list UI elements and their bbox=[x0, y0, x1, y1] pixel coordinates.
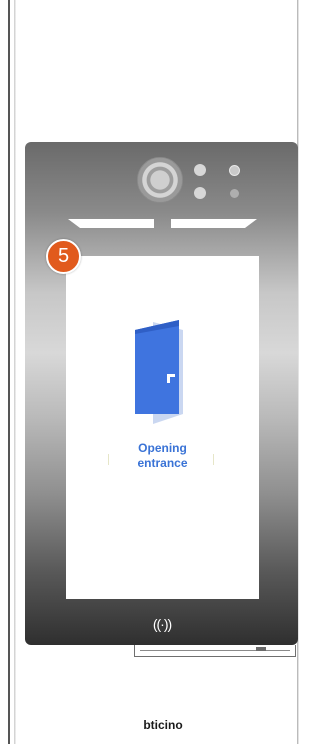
divider bbox=[213, 454, 214, 465]
ledge-notch bbox=[256, 647, 266, 651]
light-bar-left bbox=[68, 219, 154, 228]
ledge-groove bbox=[140, 650, 290, 651]
panel-edge-right bbox=[298, 0, 299, 744]
led-icon bbox=[230, 189, 239, 198]
brand-logo: bticino bbox=[143, 718, 183, 732]
device-illustration: Opening entrance 5 ((·)) bticino bbox=[0, 0, 307, 744]
divider bbox=[108, 454, 109, 465]
speaker-icon bbox=[229, 165, 240, 176]
bottom-ledge bbox=[134, 645, 296, 657]
nfc-icon: ((·)) bbox=[152, 616, 172, 632]
panel-edge-left bbox=[14, 0, 16, 744]
step-number-badge: 5 bbox=[46, 239, 81, 274]
door-action-label-line1: Opening bbox=[138, 441, 187, 455]
door-icon[interactable] bbox=[131, 318, 193, 428]
door-action-label-line2: entrance bbox=[137, 456, 188, 470]
door-action-label[interactable]: Opening entrance bbox=[66, 441, 259, 471]
camera-icon bbox=[137, 157, 183, 203]
sensor-icon bbox=[194, 187, 206, 199]
sensor-icon bbox=[194, 164, 206, 176]
light-bar-right bbox=[171, 219, 257, 228]
